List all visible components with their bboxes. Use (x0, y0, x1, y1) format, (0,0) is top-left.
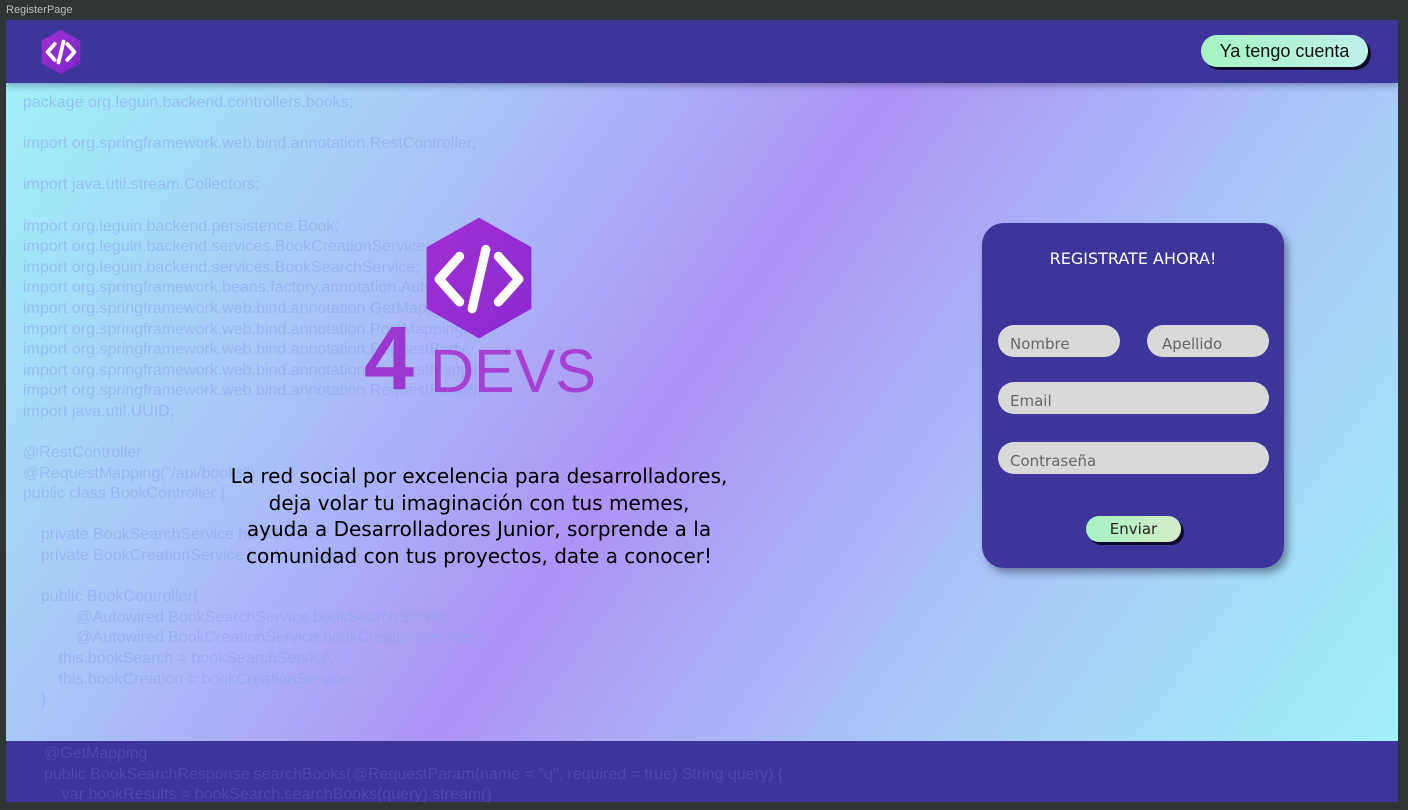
window-title: RegisterPage (6, 4, 73, 16)
last-name-field[interactable] (1147, 325, 1269, 357)
first-name-field[interactable] (998, 325, 1120, 357)
tagline-line: La red social por excelencia para desarr… (230, 464, 728, 488)
footer-bar: @GetMapping public BookSearchResponse se… (6, 741, 1398, 802)
tagline-line: comunidad con tus proyectos, date a cono… (245, 543, 712, 568)
brand-word: DEVS (430, 337, 597, 405)
brand-number: 4 (364, 309, 415, 409)
email-field[interactable] (998, 382, 1269, 414)
submit-button[interactable]: Enviar (1086, 516, 1181, 542)
register-card: REGISTRATE AHORA! Enviar (982, 223, 1284, 568)
code-tag-icon[interactable] (39, 29, 83, 75)
have-account-button[interactable]: Ya tengo cuenta (1201, 35, 1368, 67)
footer-code: @GetMapping public BookSearchResponse se… (44, 745, 784, 802)
password-field[interactable] (998, 442, 1269, 474)
tagline-line: ayuda a Desarrolladores Junior, sorprend… (246, 517, 712, 541)
code-tag-icon (426, 217, 532, 339)
register-page: package org.leguin.backend.controllers.b… (6, 20, 1398, 802)
top-bar: Ya tengo cuenta (6, 20, 1398, 83)
register-title: REGISTRATE AHORA! (1049, 249, 1217, 268)
tagline: La red social por excelencia para desarr… (224, 463, 734, 569)
tagline-line: deja volar tu imaginación con tus memes, (268, 490, 690, 515)
